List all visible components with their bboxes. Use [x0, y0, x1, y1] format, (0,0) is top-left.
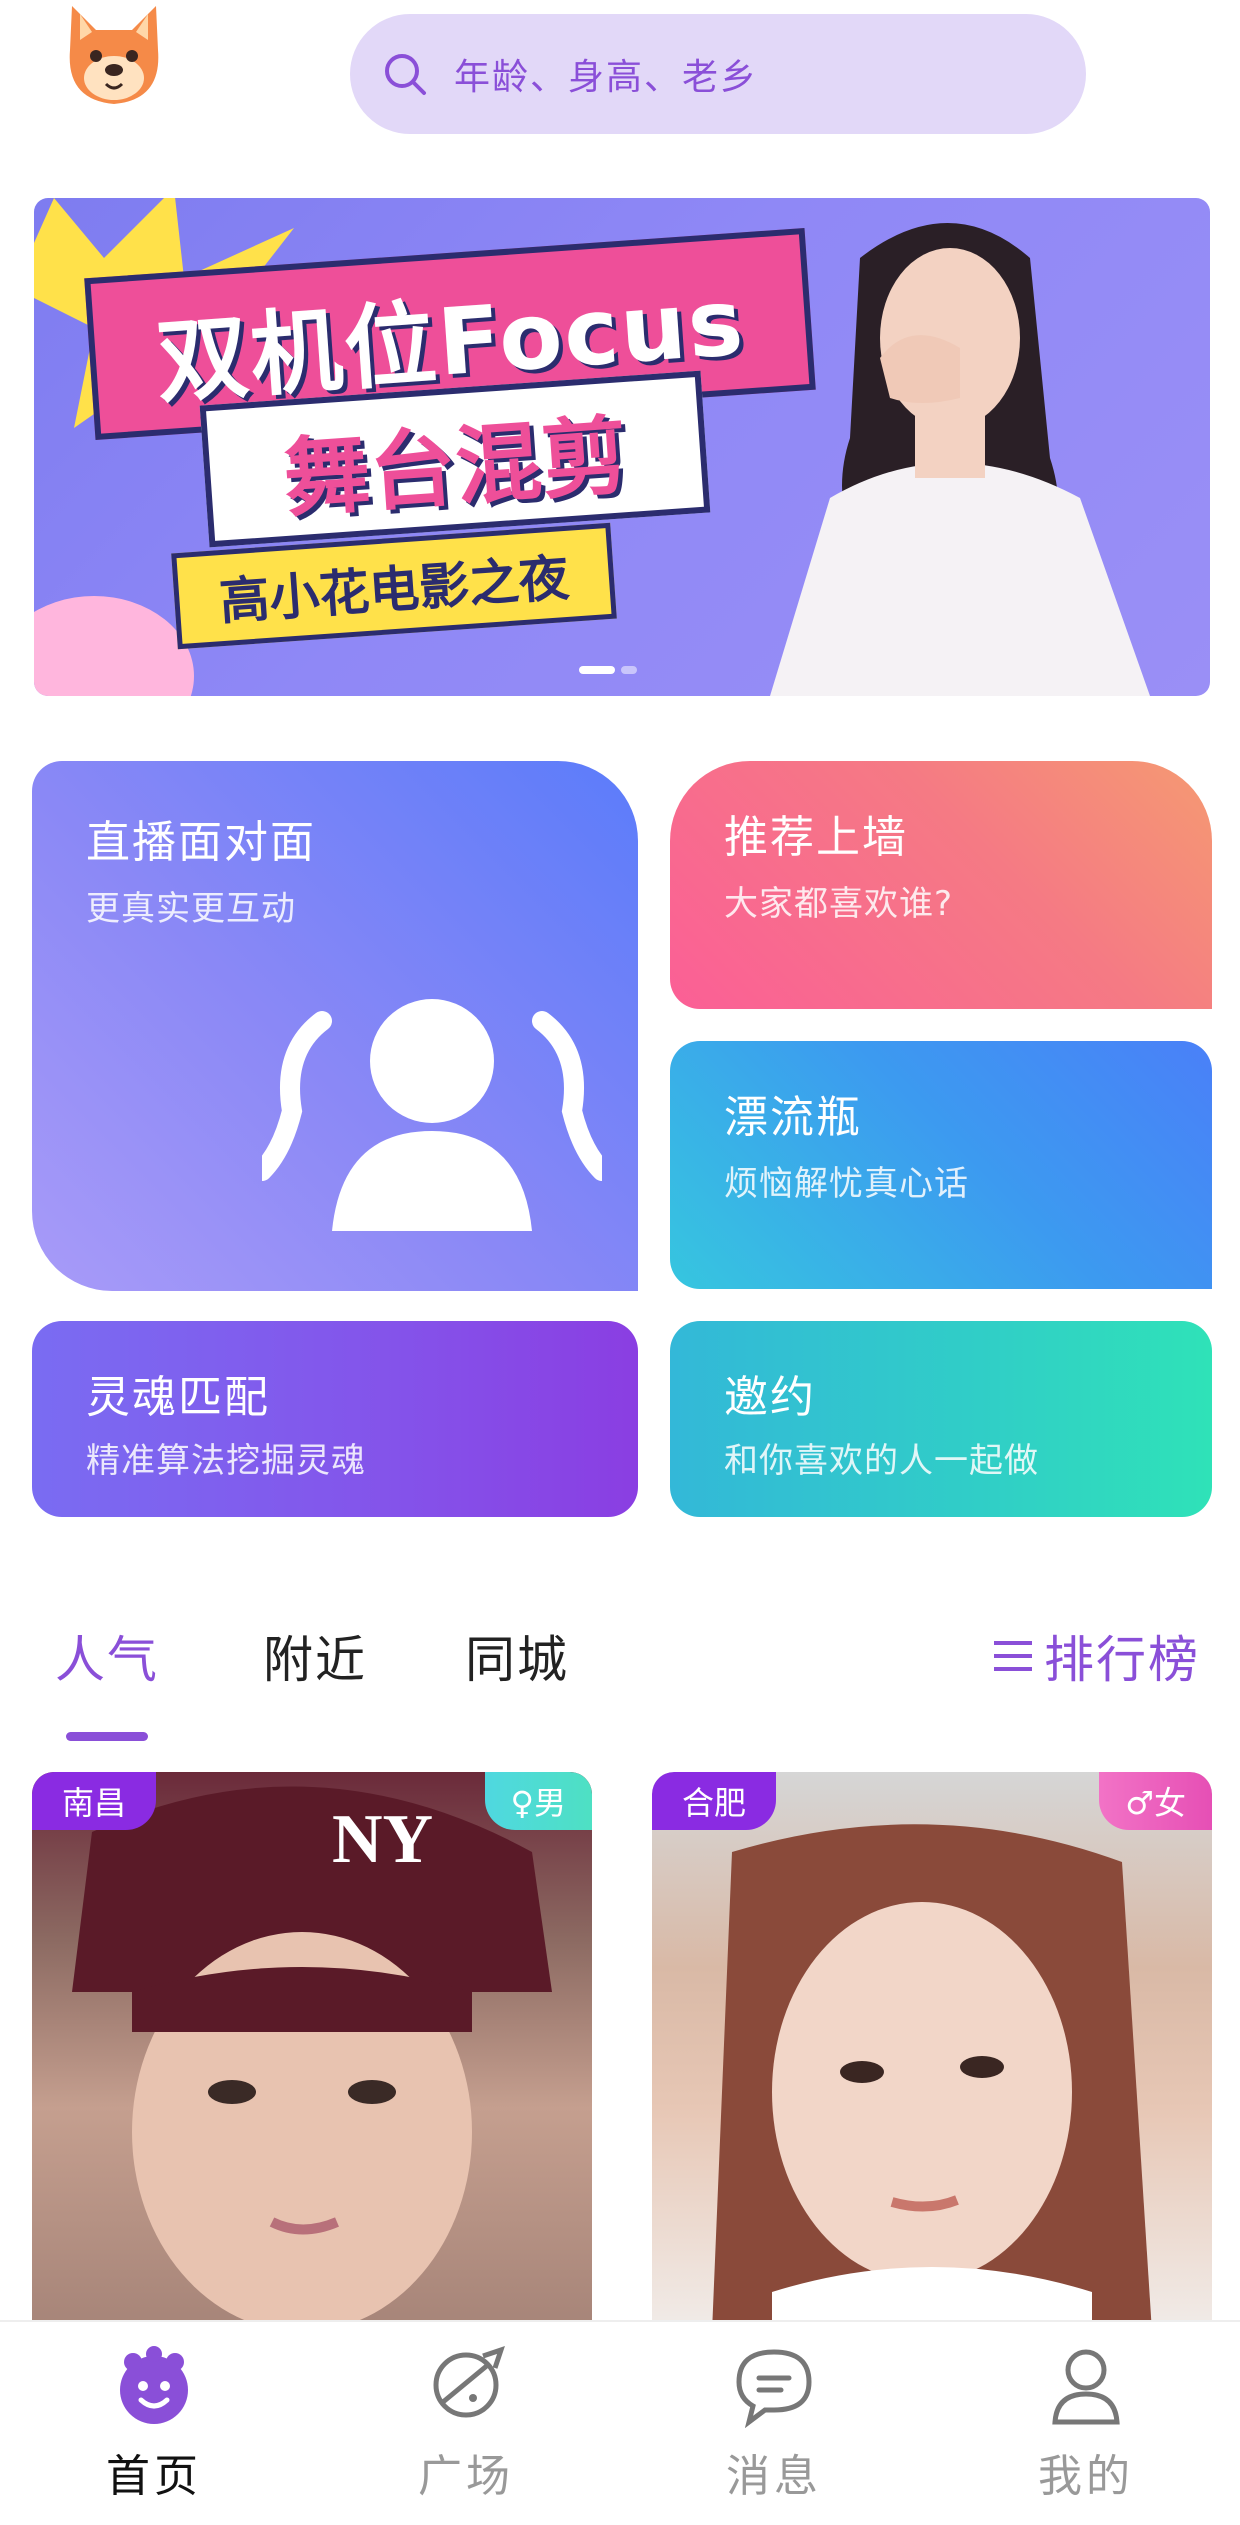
card-subtitle: 和你喜欢的人一起做 [724, 1441, 1039, 1481]
city-badge: 合肥 [652, 1772, 777, 1830]
promo-banner[interactable]: 双机位Focus 舞台混剪 高小花电影之夜 [34, 198, 1210, 696]
soul-match-feature-card[interactable]: 灵魂匹配 精准算法挖掘灵魂 [32, 1321, 638, 1517]
nav-profile[interactable]: 我的 [986, 2322, 1186, 2525]
card-subtitle: 烦恼解忧真心话 [724, 1164, 969, 1204]
user-photo: NY [72, 1786, 552, 2332]
svg-text:NY: NY [332, 1801, 433, 1878]
active-tab-indicator [66, 1732, 148, 1741]
user-card[interactable]: NY 南昌 ♀男 [32, 1772, 592, 2332]
card-title: 灵魂匹配 [86, 1372, 270, 1423]
planet-icon [433, 2346, 505, 2418]
search-placeholder: 年龄、身高、老乡 [454, 57, 759, 98]
gender-badge: ♀男 [484, 1772, 592, 1830]
user-icon [1052, 2349, 1120, 2425]
nav-square[interactable]: 广场 [366, 2322, 566, 2525]
list-tabs: 人气 附近 同城 排行榜 [0, 1620, 1240, 1741]
ranking-button[interactable]: 排行榜 [994, 1620, 1200, 1692]
live-feature-card[interactable]: 直播面对面 更真实更互动 [32, 761, 638, 1291]
carousel-indicator [579, 666, 637, 674]
card-title: 漂流瓶 [724, 1092, 862, 1143]
card-subtitle: 更真实更互动 [86, 889, 296, 929]
invite-feature-card[interactable]: 邀约 和你喜欢的人一起做 [670, 1321, 1212, 1517]
card-title: 邀约 [724, 1372, 816, 1423]
drift-bottle-feature-card[interactable]: 漂流瓶 烦恼解忧真心话 [670, 1041, 1212, 1289]
user-card[interactable]: 合肥 ♂女 [652, 1772, 1212, 2332]
bottom-navigation: 首页 广场 消息 我的 [0, 2320, 1240, 2525]
search-bar[interactable]: 年龄、身高、老乡 [350, 14, 1086, 134]
gender-badge: ♂女 [1099, 1772, 1212, 1830]
nav-label: 消息 [726, 2451, 822, 2502]
nav-label: 广场 [418, 2451, 514, 2502]
card-title: 直播面对面 [86, 817, 316, 868]
banner-model-image [770, 223, 1150, 696]
tab-popular[interactable]: 人气 [55, 1620, 159, 1692]
nav-home[interactable]: 首页 [54, 2322, 254, 2525]
search-icon [385, 54, 426, 95]
app-logo [58, 0, 170, 108]
card-subtitle: 精准算法挖掘灵魂 [86, 1441, 366, 1481]
list-icon [994, 1641, 1032, 1671]
tab-nearby[interactable]: 附近 [263, 1620, 367, 1692]
ranking-label: 排行榜 [1044, 1631, 1200, 1689]
user-avatar-icon [262, 999, 602, 1231]
recommend-feature-card[interactable]: 推荐上墙 大家都喜欢谁? [670, 761, 1212, 1009]
city-badge: 南昌 [32, 1772, 157, 1830]
nav-messages[interactable]: 消息 [674, 2322, 874, 2525]
nav-label: 首页 [106, 2451, 202, 2502]
tab-same-city[interactable]: 同城 [465, 1620, 569, 1692]
card-title: 推荐上墙 [724, 812, 908, 863]
nav-label: 我的 [1038, 2451, 1134, 2502]
card-subtitle: 大家都喜欢谁? [724, 884, 954, 924]
home-face-icon [120, 2346, 188, 2424]
decoration-blob [34, 596, 194, 696]
chat-bubble-icon [736, 2349, 812, 2428]
user-photo [712, 1824, 1152, 2332]
